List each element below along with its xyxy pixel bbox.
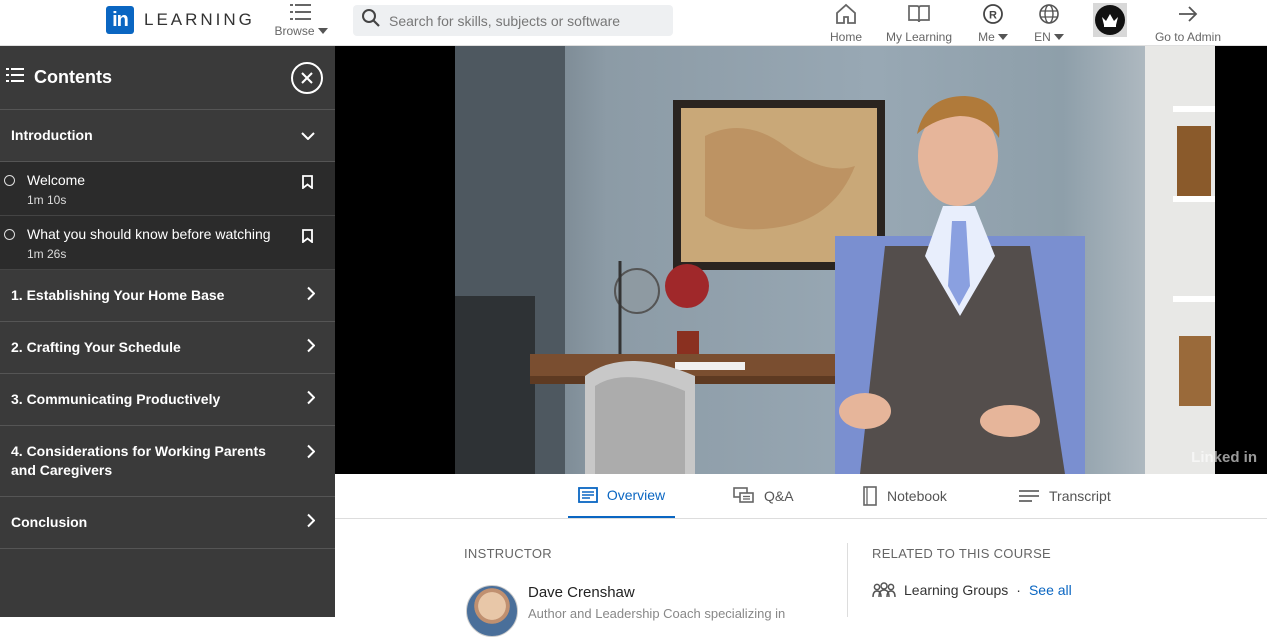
arrow-right-icon <box>1152 2 1224 26</box>
svg-text:R: R <box>989 10 997 22</box>
linkedin-watermark: Linked in <box>1191 449 1257 466</box>
section-crafting-schedule[interactable]: 2. Crafting Your Schedule <box>0 322 335 374</box>
course-tabs: Overview Q&A Notebook Transcript <box>335 474 1267 519</box>
tab-qa-label: Q&A <box>764 488 794 504</box>
section-title: 2. Crafting Your Schedule <box>11 339 181 355</box>
nav-my-learning[interactable]: My Learning <box>884 2 954 44</box>
section-introduction[interactable]: Introduction <box>0 110 335 162</box>
browse-label: Browse <box>274 24 315 38</box>
section-title: 1. Establishing Your Home Base <box>11 287 225 303</box>
related-heading: RELATED TO THIS COURSE <box>872 546 1052 561</box>
home-icon <box>828 2 864 26</box>
search-input[interactable] <box>389 12 659 29</box>
close-icon <box>301 72 313 84</box>
notebook-icon <box>863 486 877 506</box>
bookmark-icon[interactable] <box>302 229 313 248</box>
browse-menu-button[interactable]: Browse <box>272 2 330 38</box>
contents-title: Contents <box>34 67 112 87</box>
section-title: Introduction <box>11 127 93 143</box>
progress-circle-icon <box>4 175 15 186</box>
chat-bubbles-icon <box>733 487 754 503</box>
nav-language-label: EN <box>1034 30 1051 44</box>
globe-icon <box>1032 2 1066 26</box>
video-duration: 1m 10s <box>27 193 67 207</box>
instructor-heading: INSTRUCTOR <box>464 546 552 561</box>
transcript-icon <box>1019 490 1039 502</box>
learning-groups-row: Learning Groups · See all <box>872 582 1072 598</box>
nav-my-learning-label: My Learning <box>885 30 953 44</box>
chevron-down-icon <box>301 127 315 145</box>
section-establishing-home-base[interactable]: 1. Establishing Your Home Base <box>0 270 335 322</box>
section-title: 3. Communicating Productively <box>11 391 221 407</box>
chevron-down-icon <box>317 28 328 34</box>
content-divider <box>847 543 848 617</box>
video-item-what-you-should-know[interactable]: What you should know before watching 1m … <box>0 216 335 270</box>
chevron-right-icon <box>307 513 316 532</box>
chevron-right-icon <box>307 338 316 357</box>
video-duration: 1m 26s <box>27 247 67 261</box>
chevron-down-icon <box>1053 34 1064 40</box>
search-bar[interactable] <box>353 5 673 36</box>
logo-text: LEARNING <box>144 10 255 29</box>
tab-transcript-label: Transcript <box>1049 488 1111 504</box>
separator-dot: · <box>1016 582 1021 598</box>
nav-home-label: Home <box>829 30 862 44</box>
crown-icon <box>1095 5 1125 35</box>
list-icon <box>272 2 330 22</box>
progress-circle-icon <box>4 229 15 240</box>
tab-overview-label: Overview <box>606 487 666 503</box>
tab-notebook-label: Notebook <box>887 488 947 504</box>
nav-me-label: Me <box>978 30 995 44</box>
video-title: Welcome <box>27 172 86 188</box>
instructor-avatar[interactable] <box>466 585 518 637</box>
top-navigation: in LEARNING Browse Home My Learning R Me <box>0 0 1267 46</box>
nav-go-to-admin-label: Go to Admin <box>1154 30 1222 44</box>
linkedin-learning-logo[interactable]: in LEARNING <box>106 6 255 34</box>
nav-go-to-admin[interactable]: Go to Admin <box>1152 2 1224 44</box>
overview-icon <box>577 487 598 503</box>
close-contents-button[interactable] <box>291 62 323 94</box>
tab-notebook[interactable]: Notebook <box>862 474 947 518</box>
tab-transcript[interactable]: Transcript <box>1018 474 1111 518</box>
organization-avatar[interactable] <box>1093 3 1127 37</box>
nav-me-menu[interactable]: R Me <box>974 2 1012 44</box>
bookmark-icon[interactable] <box>302 175 313 194</box>
people-group-icon <box>872 582 896 598</box>
chevron-right-icon <box>307 286 316 305</box>
video-title: What you should know before watching <box>27 226 271 242</box>
chevron-down-icon <box>997 34 1008 40</box>
section-working-parents[interactable]: 4. Considerations for Working Parents an… <box>0 426 335 497</box>
section-communicating-productively[interactable]: 3. Communicating Productively <box>0 374 335 426</box>
instructor-name[interactable]: Dave Crenshaw <box>528 584 635 601</box>
section-title: Conclusion <box>11 514 88 530</box>
chevron-right-icon <box>307 444 316 464</box>
see-all-link[interactable]: See all <box>1029 582 1072 598</box>
list-icon <box>6 67 24 88</box>
nav-language-menu[interactable]: EN <box>1032 2 1066 44</box>
profile-badge-icon: R <box>974 2 1012 26</box>
learning-groups-label: Learning Groups <box>904 582 1009 598</box>
video-scene-illustration <box>455 46 1215 474</box>
contents-header: Contents <box>0 46 335 110</box>
video-player[interactable]: Linked in <box>335 46 1267 474</box>
section-title: 4. Considerations for Working Parents an… <box>11 443 266 478</box>
video-frame <box>455 46 1215 474</box>
linkedin-logo-mark: in <box>106 6 134 34</box>
video-item-welcome[interactable]: Welcome 1m 10s <box>0 162 335 216</box>
tab-overview[interactable]: Overview <box>568 474 675 518</box>
tab-qa[interactable]: Q&A <box>733 474 794 518</box>
book-icon <box>884 2 954 26</box>
section-conclusion[interactable]: Conclusion <box>0 497 335 549</box>
chevron-right-icon <box>307 390 316 409</box>
search-icon <box>361 8 381 33</box>
contents-sidebar: Contents Introduction Welcome 1m 10s Wha… <box>0 46 335 617</box>
nav-home[interactable]: Home <box>828 2 864 44</box>
instructor-bio: Author and Leadership Coach specializing… <box>528 606 786 621</box>
